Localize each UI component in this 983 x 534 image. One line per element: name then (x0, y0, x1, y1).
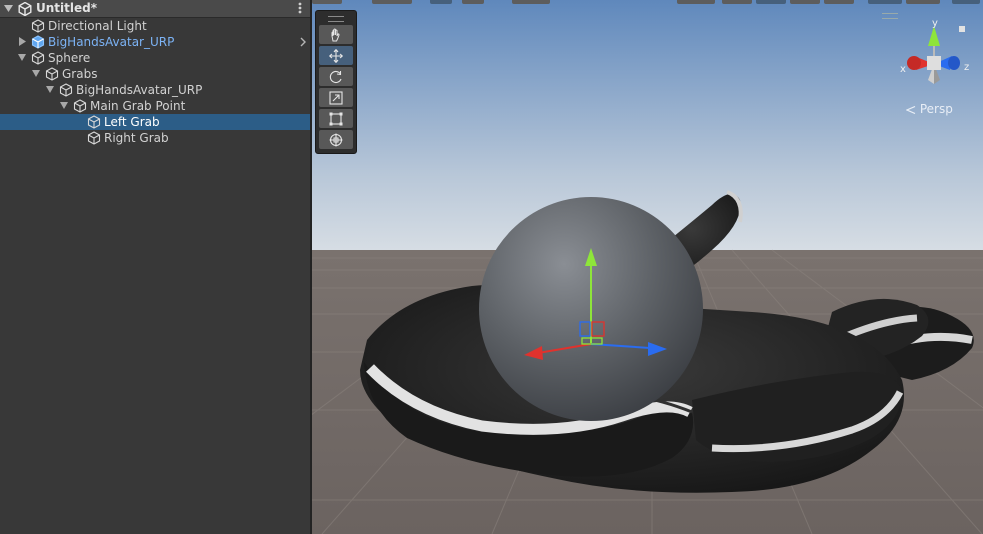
gameobject-cube-icon (87, 115, 101, 129)
move-arrows-icon (329, 49, 343, 63)
fold-down-icon[interactable] (18, 54, 26, 61)
toolbar-button[interactable] (430, 0, 452, 4)
tools-overlay (315, 10, 357, 154)
hand-icon (331, 28, 340, 42)
rotate-icon (329, 70, 342, 83)
toolbar-button[interactable] (512, 0, 550, 4)
toolbar-button[interactable] (824, 0, 854, 4)
fold-right-icon[interactable] (19, 37, 26, 46)
rect-tool-button[interactable] (319, 109, 353, 128)
hierarchy-item[interactable]: Grabs (0, 66, 310, 82)
scale-icon (329, 91, 343, 105)
transform-icon (329, 133, 343, 147)
toolbar-button[interactable] (372, 0, 412, 4)
perspective-icon (905, 105, 916, 114)
drag-grip-icon[interactable] (328, 16, 344, 22)
gameobject-cube-icon (73, 99, 87, 113)
toolbar-button[interactable] (906, 0, 940, 4)
gameobject-cube-icon (87, 131, 101, 145)
hierarchy-item-label: Right Grab (104, 131, 169, 145)
projection-label: Persp (919, 102, 953, 116)
hierarchy-item-label: Main Grab Point (90, 99, 186, 113)
hierarchy-item[interactable]: Sphere (0, 50, 310, 66)
hierarchy-item-label: Left Grab (104, 115, 160, 129)
hierarchy-item[interactable]: BigHandsAvatar_URP (0, 34, 310, 50)
hierarchy-item[interactable]: Main Grab Point (0, 98, 310, 114)
move-tool-button[interactable] (319, 46, 353, 65)
gizmo-y-cone (928, 26, 940, 46)
toolbar-button[interactable] (790, 0, 820, 4)
hierarchy-item-label: BigHandsAvatar_URP (76, 83, 203, 97)
fold-down-icon[interactable] (60, 102, 68, 109)
transform-tool-button[interactable] (319, 130, 353, 149)
projection-toggle[interactable]: Persp (905, 102, 953, 116)
gameobject-cube-icon (31, 19, 45, 33)
rect-transform-icon (329, 112, 343, 126)
gizmo-y-label: y (932, 18, 938, 29)
gizmo-x-label: x (900, 64, 906, 75)
chevron-right-icon[interactable] (300, 37, 306, 47)
hierarchy-item[interactable]: Directional Light (0, 18, 310, 34)
hierarchy-item[interactable]: Right Grab (0, 130, 310, 146)
orientation-gizmo[interactable]: y x z (894, 14, 974, 98)
hierarchy-item-label: BigHandsAvatar_URP (48, 35, 175, 49)
hierarchy-item-label: Sphere (48, 51, 91, 65)
toolbar-button[interactable] (462, 0, 484, 4)
kebab-menu-icon[interactable] (298, 2, 302, 14)
toolbar-button[interactable] (952, 0, 980, 4)
hierarchy-item[interactable]: BigHandsAvatar_URP (0, 82, 310, 98)
toolbar-button[interactable] (868, 0, 902, 4)
unity-scene-icon (18, 2, 32, 16)
toolbar-button[interactable] (722, 0, 752, 4)
fold-down-icon[interactable] (32, 70, 40, 77)
scale-tool-button[interactable] (319, 88, 353, 107)
scene-header-row[interactable]: Untitled* (0, 0, 310, 18)
rotate-tool-button[interactable] (319, 67, 353, 86)
toolbar-button[interactable] (756, 0, 786, 4)
fold-down-icon[interactable] (46, 86, 54, 93)
scene-view[interactable]: y x z Persp (312, 0, 983, 534)
scene-toolbar (312, 0, 342, 4)
scene-title: Untitled* (36, 1, 97, 15)
hierarchy-item[interactable]: Left Grab (0, 114, 310, 130)
fold-down-icon[interactable] (4, 5, 13, 12)
hierarchy-item-label: Directional Light (48, 19, 147, 33)
gizmo-z-label: z (964, 62, 969, 73)
gameobject-cube-icon (45, 67, 59, 81)
gameobject-cube-icon (31, 51, 45, 65)
hierarchy-item-label: Grabs (62, 67, 98, 81)
toolbar-button[interactable] (677, 0, 715, 4)
hierarchy-panel: Untitled* Directional Light BigHandsAvat… (0, 0, 312, 534)
prefab-cube-icon (31, 35, 45, 49)
scene-viewport[interactable] (312, 0, 983, 534)
hand-tool-button[interactable] (319, 25, 353, 44)
gameobject-cube-icon (59, 83, 73, 97)
